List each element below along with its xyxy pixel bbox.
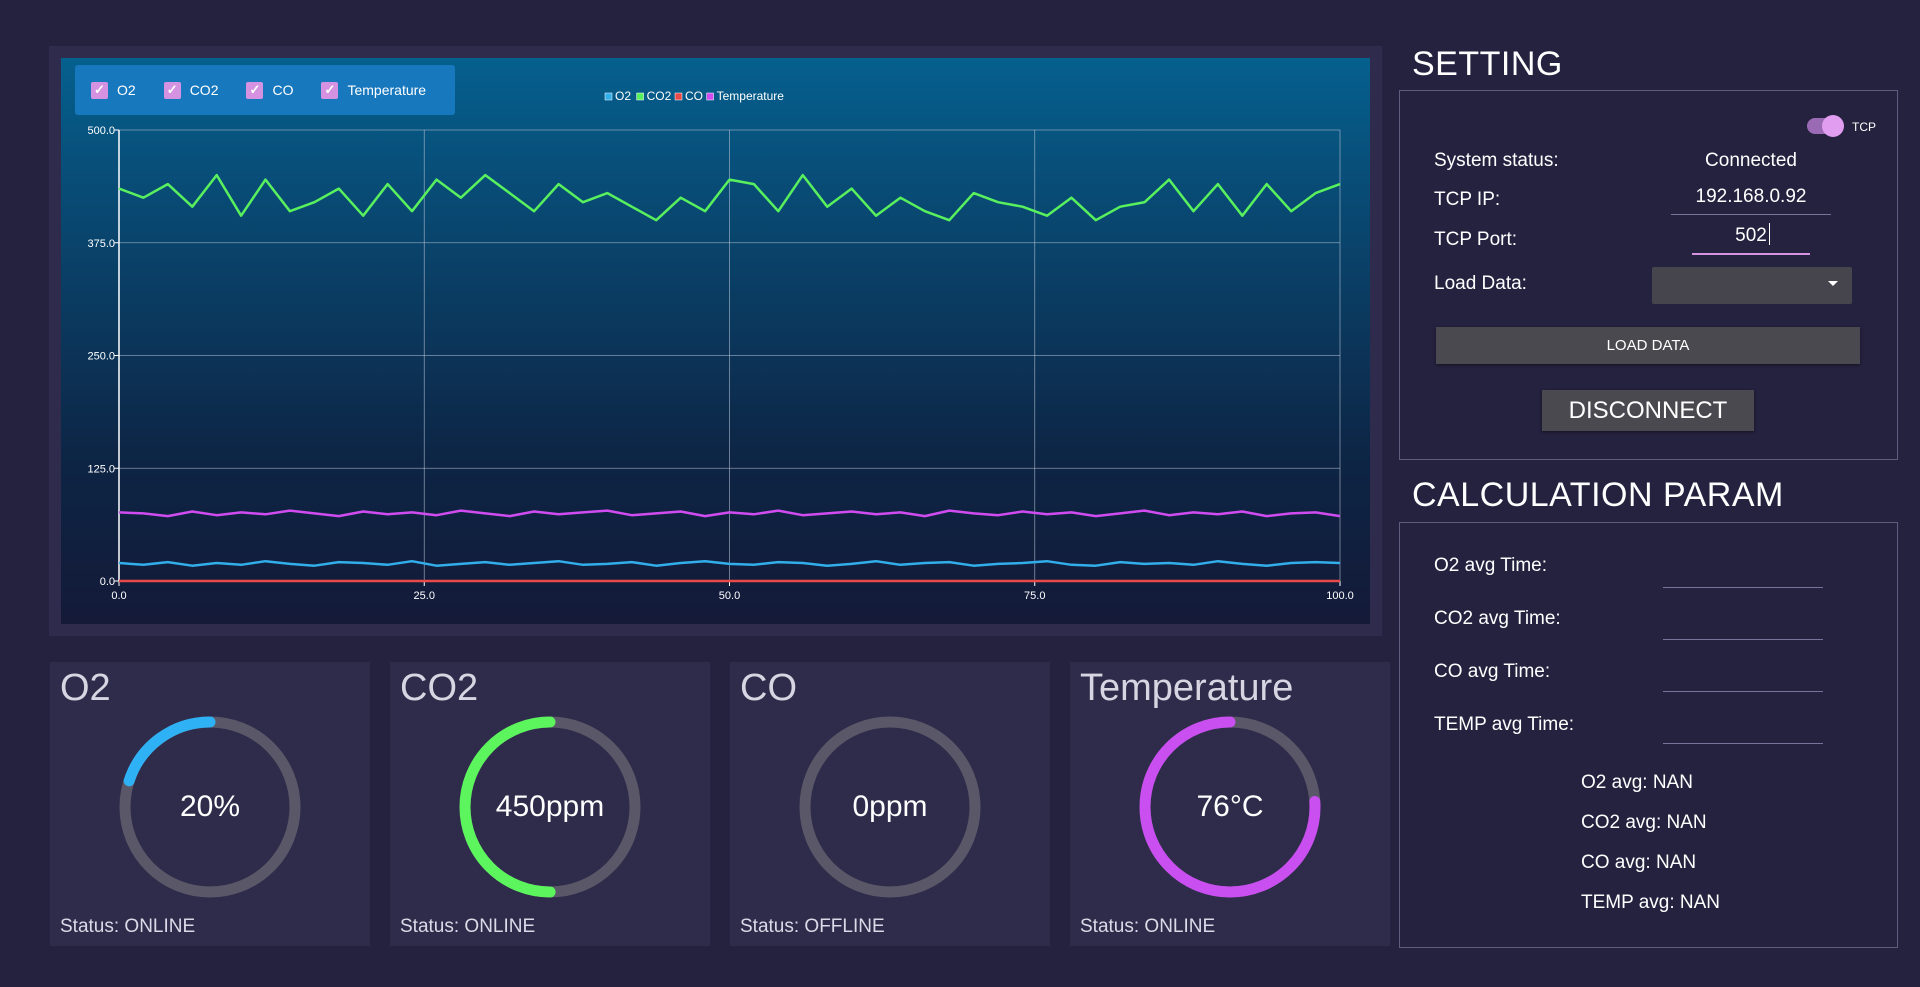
temp-avg-time-label: TEMP avg Time: <box>1434 714 1575 735</box>
chart-area: 0.0 125.0 250.0 375.0 500.0 0.0 25.0 50.0 75.0 10… <box>61 58 1370 624</box>
toggle-co2-label: CO2 <box>189 82 219 98</box>
legend-swatch <box>706 92 714 101</box>
legend-label: CO <box>685 89 703 103</box>
gauge-title: O2 <box>60 667 111 709</box>
legend-swatch <box>674 92 683 101</box>
y-tick-label: 0.0 <box>100 576 115 588</box>
toggle-o2-label: O2 <box>117 82 136 98</box>
o2-avg-time-underline <box>1663 587 1823 588</box>
legend-label: Temperature <box>717 89 785 103</box>
co2-avg-time-label: CO2 avg Time: <box>1434 608 1561 629</box>
co-avg-time-label: CO avg Time: <box>1434 661 1551 682</box>
tcp-port-label: TCP Port: <box>1434 229 1518 250</box>
series-toggle-bar: ✓ O2 ✓ CO2 ✓ CO ✓ Temperature <box>75 65 455 115</box>
y-tick-label: 500.0 <box>87 125 115 137</box>
co-avg-result: CO avg: NAN <box>1581 852 1697 873</box>
tcp-ip-input[interactable]: 192.168.0.92 <box>1671 186 1831 208</box>
tcp-toggle-label: TCP <box>1852 120 1876 134</box>
toggle-o2[interactable]: ✓ O2 <box>91 81 136 99</box>
calc-title: CALCULATION PARAM <box>1412 476 1784 514</box>
co2-avg-result: CO2 avg: NAN <box>1581 812 1707 833</box>
check-icon[interactable]: ✓ <box>321 81 339 99</box>
gauge-card-o2: O2 20% Status: ONLINE <box>50 662 370 946</box>
gauge-card-co2: CO2 450ppm Status: ONLINE <box>390 662 710 946</box>
tcp-ip-label: TCP IP: <box>1434 189 1501 210</box>
chevron-down-icon <box>1828 281 1838 286</box>
o2-avg-result: O2 avg: NAN <box>1581 772 1693 793</box>
legend-swatch <box>636 92 644 101</box>
tcp-port-input[interactable]: 502 <box>1692 225 1810 247</box>
gauge-value: 450ppm <box>495 790 605 823</box>
system-status-label: System status: <box>1434 150 1559 171</box>
toggle-co-label: CO <box>272 82 294 98</box>
y-tick-label: 375.0 <box>87 238 115 250</box>
temp-avg-result: TEMP avg: NAN <box>1581 892 1721 913</box>
toggle-temperature[interactable]: ✓ Temperature <box>321 81 427 99</box>
x-tick-label: 100.0 <box>1326 590 1354 602</box>
gauge-title: CO2 <box>400 667 479 709</box>
gauge-title: CO <box>740 667 797 709</box>
system-status-value: Connected <box>1705 150 1797 171</box>
gauge-status: Status: ONLINE <box>1080 916 1216 937</box>
gauge-title: Temperature <box>1080 667 1294 709</box>
gauge-status: Status: OFFLINE <box>740 916 885 937</box>
gauge-value: 20% <box>179 790 241 823</box>
o2-avg-time-label: O2 avg Time: <box>1434 555 1547 576</box>
check-icon[interactable]: ✓ <box>246 81 264 99</box>
tcp-toggle-switch[interactable] <box>1807 115 1844 137</box>
disconnect-button[interactable]: DISCONNECT <box>1542 390 1754 431</box>
load-data-dropdown[interactable] <box>1652 267 1852 304</box>
co2-avg-time-underline <box>1663 639 1823 640</box>
toggle-co2[interactable]: ✓ CO2 <box>163 81 219 99</box>
legend-label: CO2 <box>647 89 672 103</box>
check-icon[interactable]: ✓ <box>91 81 108 99</box>
gauge-card-temperature: Temperature 76°C Status: ONLINE <box>1070 662 1390 946</box>
co-avg-time-underline <box>1663 691 1823 692</box>
gauge-value: 76°C <box>1196 790 1264 823</box>
switch-knob <box>1822 115 1844 137</box>
x-tick-label: 50.0 <box>719 590 740 602</box>
temp-avg-time-underline <box>1663 743 1823 744</box>
x-tick-label: 25.0 <box>414 590 435 602</box>
y-tick-label: 125.0 <box>87 463 115 475</box>
x-tick-label: 0.0 <box>111 590 126 602</box>
text-caret <box>1769 223 1770 245</box>
toggle-temperature-label: Temperature <box>347 82 427 98</box>
tcp-ip-underline <box>1671 214 1831 215</box>
legend-swatch <box>604 92 613 101</box>
gauge-card-co: CO 0ppm Status: OFFLINE <box>730 662 1050 946</box>
tcp-port-underline <box>1692 253 1810 255</box>
legend-label: O2 <box>615 89 631 103</box>
gauge-status: Status: ONLINE <box>400 916 536 937</box>
check-icon[interactable]: ✓ <box>163 81 181 99</box>
chart-panel: 0.0 125.0 250.0 375.0 500.0 0.0 25.0 50.0 75.0 10… <box>49 46 1382 636</box>
load-data-button[interactable]: LOAD DATA <box>1436 327 1860 364</box>
load-data-label: Load Data: <box>1434 273 1527 294</box>
y-tick-label: 250.0 <box>87 351 115 363</box>
line-chart: 0.0 125.0 250.0 375.0 500.0 0.0 25.0 50.0 75.0 10… <box>87 89 1354 602</box>
toggle-co[interactable]: ✓ CO <box>246 81 294 99</box>
x-tick-label: 75.0 <box>1024 590 1045 602</box>
setting-title: SETTING <box>1412 45 1563 83</box>
gauge-value: 0ppm <box>852 790 928 823</box>
gauge-status: Status: ONLINE <box>60 916 196 937</box>
